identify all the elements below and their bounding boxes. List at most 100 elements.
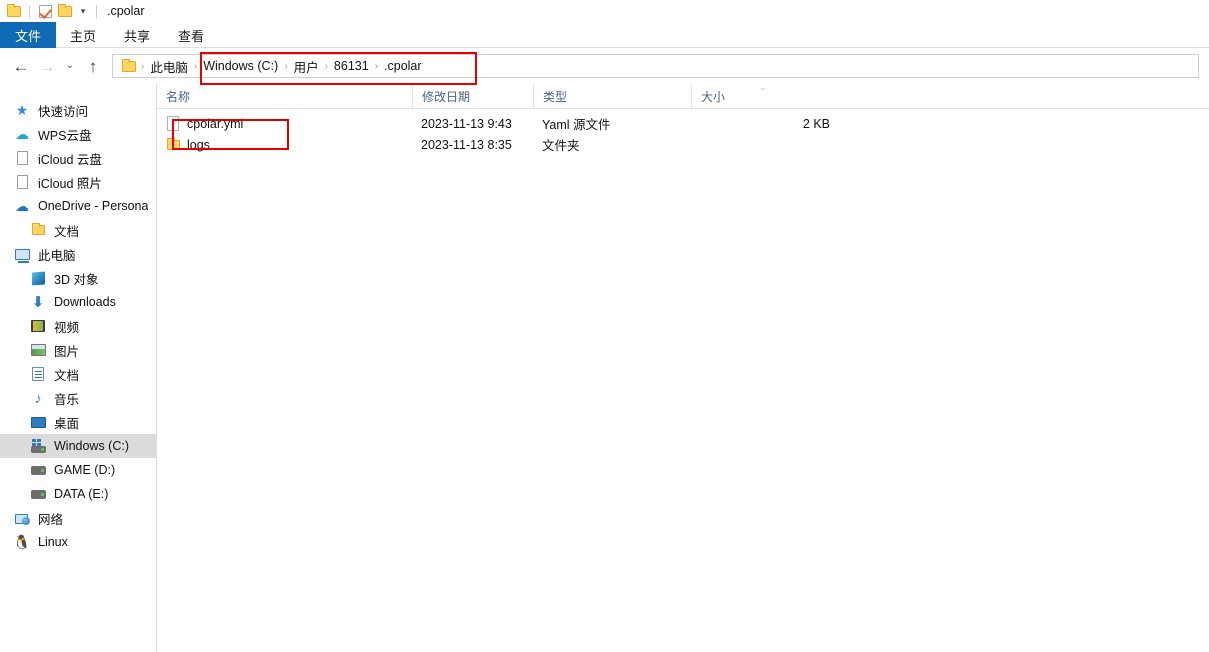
breadcrumb-separator: › (284, 60, 288, 72)
recent-locations-button[interactable]: ⌄ (60, 53, 80, 79)
breadcrumb-cpolar[interactable]: .cpolar (380, 59, 426, 73)
ribbon-tab-bar: 文件 主页 共享 查看 (0, 22, 1209, 48)
qat-new-folder-icon[interactable] (55, 2, 75, 20)
breadcrumb-86131[interactable]: 86131 (330, 59, 373, 73)
sidebar-item-label: OneDrive - Persona (38, 199, 149, 213)
sidebar-item-linux[interactable]: 🐧 Linux (0, 530, 156, 554)
sidebar-item-label: WPS云盘 (38, 128, 92, 143)
sidebar-item-label: iCloud 照片 (38, 176, 102, 191)
cell-name[interactable]: logs (157, 137, 412, 153)
sidebar-item-data-e[interactable]: DATA (E:) (0, 482, 156, 506)
navigation-bar: ← → ⌄ ↑ › 此电脑 › Windows (C:) › 用户 › 8613… (0, 48, 1209, 84)
breadcrumb-users[interactable]: 用户 (290, 57, 323, 76)
folder-icon (30, 222, 46, 238)
navigation-pane: ★ 快速访问 ☁ WPS云盘 iCloud 云盘 iCloud 照片 ☁ One… (0, 84, 157, 652)
column-header-size[interactable]: 大小 ⌄ (691, 84, 844, 109)
column-header-date-modified[interactable]: 修改日期 (412, 84, 533, 109)
tab-view[interactable]: 查看 (164, 22, 218, 48)
breadcrumb-this-pc[interactable]: 此电脑 (146, 57, 192, 76)
breadcrumb-separator: › (141, 60, 145, 72)
desktop-icon (30, 414, 46, 430)
star-icon: ★ (15, 102, 29, 118)
qat-properties-icon[interactable] (35, 2, 55, 20)
column-header-row: 名称 修改日期 类型 大小 ⌄ (157, 84, 1209, 109)
sidebar-item-videos[interactable]: 视频 (0, 314, 156, 338)
3d-objects-icon (30, 270, 46, 286)
cell-size: 2 KB (802, 116, 830, 131)
sidebar-item-downloads[interactable]: ⬇ Downloads (0, 290, 156, 314)
sidebar-item-label: Linux (38, 535, 68, 549)
table-row[interactable]: ! cpolar.yml 2023-11-13 9:43 Yaml 源文件 2 … (157, 113, 1209, 134)
sidebar-item-label: Downloads (54, 295, 116, 309)
up-button[interactable]: ↑ (80, 53, 106, 79)
sidebar-item-label: 此电脑 (38, 248, 76, 263)
onedrive-cloud-icon: ☁ (15, 198, 29, 214)
sidebar-item-label: 快速访问 (38, 104, 89, 119)
sidebar-item-music[interactable]: ♪ 音乐 (0, 386, 156, 410)
sidebar-item-documents[interactable]: 文档 (0, 362, 156, 386)
address-folder-icon (119, 57, 139, 75)
column-header-label: 类型 (543, 89, 568, 104)
cell-date-modified: 2023-11-13 9:43 (421, 116, 512, 131)
qat-customize-caret-icon[interactable]: ▾ (75, 2, 91, 20)
document-icon (14, 174, 30, 190)
cell-date-modified: 2023-11-13 8:35 (421, 137, 512, 152)
sidebar-item-this-pc[interactable]: 此电脑 (0, 242, 156, 266)
column-header-label: 大小 (701, 89, 726, 104)
column-header-type[interactable]: 类型 (533, 84, 691, 109)
address-bar[interactable]: › 此电脑 › Windows (C:) › 用户 › 86131 › .cpo… (112, 54, 1199, 78)
column-header-label: 名称 (166, 89, 191, 104)
videos-icon (30, 318, 46, 334)
sidebar-item-network[interactable]: 网络 (0, 506, 156, 530)
main-content: ★ 快速访问 ☁ WPS云盘 iCloud 云盘 iCloud 照片 ☁ One… (0, 84, 1209, 652)
drive-icon (30, 486, 46, 502)
yaml-file-icon: ! (165, 116, 181, 132)
sidebar-item-quick-access[interactable]: ★ 快速访问 (0, 98, 156, 122)
cloud-icon: ☁ (15, 126, 29, 142)
sidebar-item-label: 视频 (54, 320, 80, 335)
pictures-icon (30, 342, 46, 358)
sidebar-item-game-d[interactable]: GAME (D:) (0, 458, 156, 482)
qat-divider-2 (96, 4, 97, 18)
sidebar-item-windows-c[interactable]: Windows (C:) (0, 434, 156, 458)
sidebar-item-label: 图片 (54, 344, 80, 359)
breadcrumb-separator: › (324, 60, 328, 72)
sidebar-item-label: 网络 (38, 512, 64, 527)
sidebar-item-pictures[interactable]: 图片 (0, 338, 156, 362)
sidebar-item-label: DATA (E:) (54, 487, 109, 501)
forward-button[interactable]: → (34, 53, 60, 79)
breadcrumb-windows-c[interactable]: Windows (C:) (199, 59, 282, 73)
table-row[interactable]: logs 2023-11-13 8:35 文件夹 (157, 134, 1209, 155)
network-icon (14, 510, 30, 526)
cell-name[interactable]: ! cpolar.yml (157, 116, 412, 132)
sidebar-item-label: 文档 (54, 368, 80, 383)
sidebar-item-label: 文档 (54, 224, 80, 239)
sidebar-item-icloud-photos[interactable]: iCloud 照片 (0, 170, 156, 194)
tab-file[interactable]: 文件 (0, 22, 56, 48)
column-header-name[interactable]: 名称 (157, 84, 412, 109)
sidebar-item-wps-cloud[interactable]: ☁ WPS云盘 (0, 122, 156, 146)
file-rows: ! cpolar.yml 2023-11-13 9:43 Yaml 源文件 2 … (157, 109, 1209, 155)
sidebar-item-label: GAME (D:) (54, 463, 116, 477)
file-name-label: logs (187, 137, 210, 152)
back-button[interactable]: ← (8, 53, 34, 79)
sidebar-item-label: iCloud 云盘 (38, 152, 102, 167)
breadcrumb-separator: › (374, 60, 379, 72)
tab-home[interactable]: 主页 (56, 22, 110, 48)
sidebar-item-icloud-drive[interactable]: iCloud 云盘 (0, 146, 156, 170)
window-title: .cpolar (107, 4, 145, 18)
cell-type: 文件夹 (542, 139, 580, 153)
sidebar-item-onedrive-documents[interactable]: 文档 (0, 218, 156, 242)
sidebar-item-onedrive[interactable]: ☁ OneDrive - Persona (0, 194, 156, 218)
linux-penguin-icon: 🐧 (13, 534, 31, 550)
file-name-label: cpolar.yml (187, 116, 244, 131)
music-icon: ♪ (34, 390, 42, 406)
downloads-icon: ⬇ (31, 293, 45, 311)
qat-folder-icon[interactable] (4, 2, 24, 20)
sidebar-item-desktop[interactable]: 桌面 (0, 410, 156, 434)
tab-share[interactable]: 共享 (110, 22, 164, 48)
sidebar-item-label: 桌面 (54, 416, 80, 431)
sidebar-item-3d-objects[interactable]: 3D 对象 (0, 266, 156, 290)
title-bar: ▾ .cpolar (0, 0, 1209, 22)
documents-icon (30, 366, 46, 382)
